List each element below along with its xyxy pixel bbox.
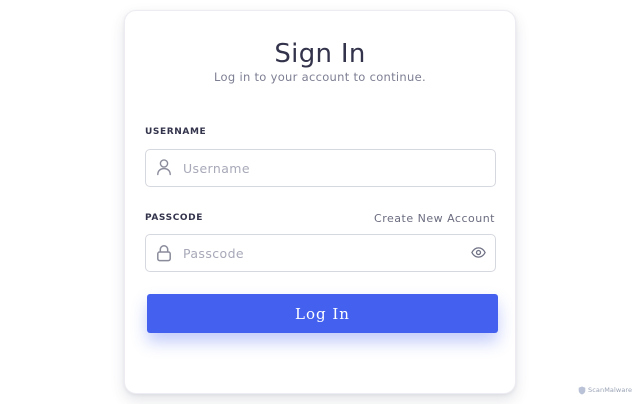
- login-button[interactable]: Log In: [147, 294, 498, 333]
- login-card: Sign In Log in to your account to contin…: [124, 10, 516, 394]
- passcode-field-wrapper: [145, 234, 496, 272]
- user-icon: [157, 159, 171, 176]
- username-label: USERNAME: [145, 127, 207, 137]
- create-account-link[interactable]: Create New Account: [374, 212, 495, 225]
- shield-icon: [578, 386, 586, 394]
- eye-icon[interactable]: [471, 247, 486, 258]
- page-subtitle: Log in to your account to continue.: [214, 70, 426, 84]
- username-field-wrapper: [145, 149, 496, 187]
- page-title: Sign In: [274, 39, 366, 69]
- passcode-input[interactable]: [183, 235, 453, 271]
- passcode-label: PASSCODE: [145, 213, 203, 223]
- username-input[interactable]: [183, 150, 453, 186]
- watermark: ScanMalware: [578, 384, 632, 396]
- watermark-text: ScanMalware: [588, 386, 633, 394]
- lock-icon: [157, 245, 171, 262]
